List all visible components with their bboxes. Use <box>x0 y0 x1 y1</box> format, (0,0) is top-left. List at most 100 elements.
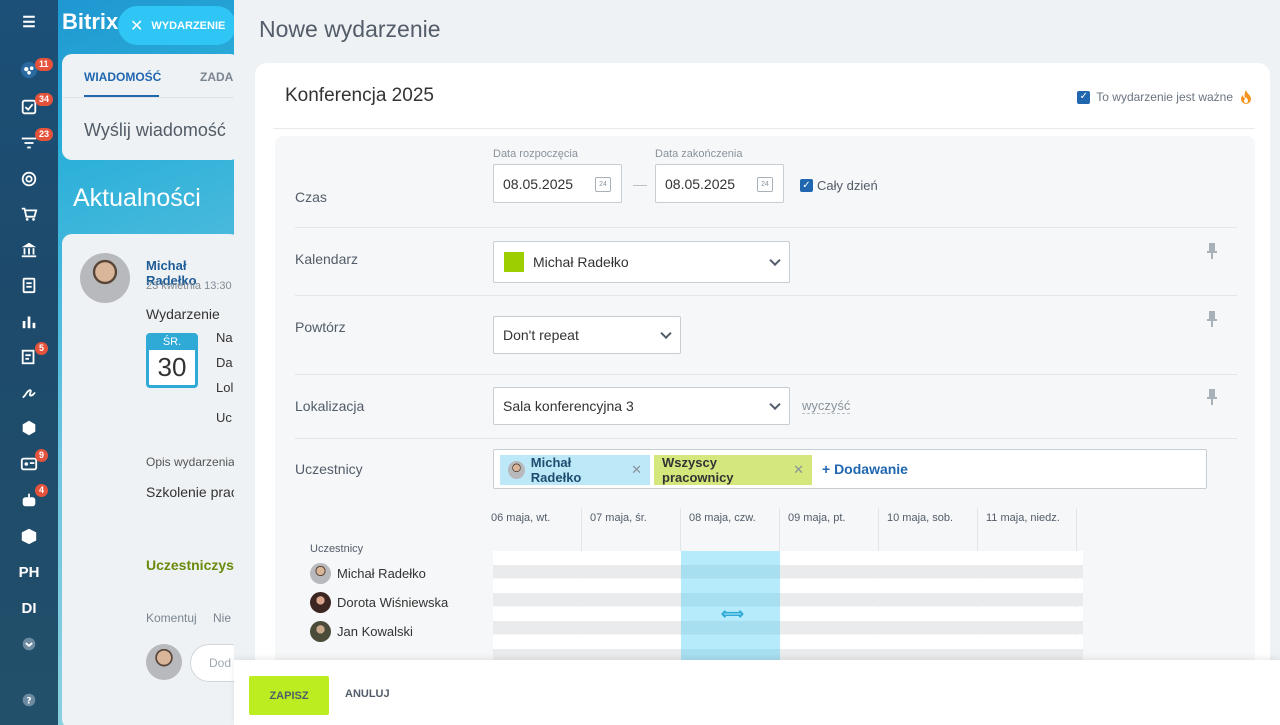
planner-row <box>493 565 1083 578</box>
calendar-color-swatch <box>504 252 524 272</box>
all-day-label[interactable]: Cały dzień <box>817 178 878 193</box>
event-name-input[interactable]: Konferencja 2025 <box>285 85 434 107</box>
message-composer: WIADOMOŚĆ ZADANIE Wyślij wiadomość <box>62 54 240 160</box>
pin-icon[interactable] <box>1205 311 1219 329</box>
close-slider-label: WYDARZENIE <box>151 20 225 32</box>
location-clear-link[interactable]: wyczyść <box>802 398 850 414</box>
clipboard-icon[interactable] <box>14 271 44 299</box>
participants-input[interactable]: Michał Radełko ✕ Wszyscy pracownicy ✕ + … <box>493 449 1207 489</box>
author-avatar[interactable] <box>80 253 130 303</box>
end-date-input[interactable]: 08.05.2025 24 <box>655 164 784 203</box>
participant-avatar <box>310 592 331 613</box>
description-label: Opis wydarzenia <box>146 455 235 469</box>
chevron-down-icon <box>769 399 780 410</box>
tab-message[interactable]: WIADOMOŚĆ <box>84 70 161 84</box>
repeat-label: Powtórz <box>295 319 346 335</box>
event-date-icon: ŚR. 30 <box>146 333 198 388</box>
help-icon[interactable]: ? <box>14 686 44 714</box>
participant-tag[interactable]: Wszyscy pracownicy ✕ <box>654 455 812 485</box>
important-checkbox[interactable]: ✓ <box>1077 91 1090 104</box>
calendar-select[interactable]: Michał Radełko <box>493 241 790 283</box>
robot-badge: 4 <box>35 484 48 497</box>
menu-icon[interactable]: ☰ <box>14 8 44 36</box>
important-label[interactable]: To wydarzenie jest ważne <box>1096 90 1233 104</box>
calendar-icon[interactable]: 24 <box>757 177 773 192</box>
resize-handle-icon[interactable]: ⟺ <box>721 604 744 624</box>
chevron-down-icon <box>660 328 671 339</box>
close-icon: ✕ <box>130 16 143 36</box>
pin-icon[interactable] <box>1205 243 1219 261</box>
day-header: 07 maja, śr. <box>590 512 647 524</box>
planner-row <box>493 593 1083 606</box>
close-slider-button[interactable]: ✕ WYDARZENIE <box>118 6 236 45</box>
participate-status[interactable]: Uczestniczysz <box>146 557 241 573</box>
all-day-toggle[interactable]: ✓ Cały dzień <box>800 178 878 193</box>
event-field-location: Lol <box>216 380 233 395</box>
event-slider: Nowe wydarzenie Konferencja 2025 ✓ To wy… <box>234 0 1280 725</box>
remove-tag-icon[interactable]: ✕ <box>631 462 642 478</box>
rail-text-ph[interactable]: PH <box>14 558 44 586</box>
participants-list-label: Uczestnicy <box>310 543 363 555</box>
post-date: 23 kwietnia 13:30 <box>146 280 232 292</box>
repeat-select[interactable]: Don't repeat <box>493 316 681 354</box>
form-footer: ZAPISZ ANULUJ <box>234 660 1280 725</box>
start-date-value: 08.05.2025 <box>503 176 573 192</box>
start-date-input[interactable]: 08.05.2025 24 <box>493 164 622 203</box>
event-field-participants: Uc <box>216 410 232 425</box>
sign-icon[interactable] <box>14 378 44 406</box>
feed-post: Michał Radełko 23 kwietnia 13:30 Wydarze… <box>62 234 240 725</box>
location-label: Lokalizacja <box>295 398 364 414</box>
participant-name: Dorota Wiśniewska <box>337 595 448 610</box>
brand-logo[interactable]: Bitrix <box>62 9 118 35</box>
location-select[interactable]: Sala konferencyjna 3 <box>493 387 790 425</box>
important-toggle[interactable]: ✓ To wydarzenie jest ważne <box>1077 89 1253 105</box>
tasks-badge: 34 <box>35 93 53 106</box>
divider <box>62 97 240 98</box>
pin-icon[interactable] <box>1205 389 1219 407</box>
cancel-button[interactable]: ANULUJ <box>345 688 390 700</box>
event-form-card: Konferencja 2025 ✓ To wydarzenie jest wa… <box>255 63 1270 693</box>
calendar-icon[interactable]: 24 <box>595 177 611 192</box>
planner-row <box>493 621 1083 634</box>
row-divider <box>295 438 1237 439</box>
remove-tag-icon[interactable]: ✕ <box>793 462 804 478</box>
message-placeholder[interactable]: Wyślij wiadomość <box>84 120 226 141</box>
comment-link[interactable]: Komentuj <box>146 611 197 625</box>
row-divider <box>295 295 1237 296</box>
event-day-number: 30 <box>149 350 195 384</box>
participant-tag[interactable]: Michał Radełko ✕ <box>500 455 650 485</box>
bank-icon[interactable] <box>14 236 44 264</box>
end-date-value: 08.05.2025 <box>665 176 735 192</box>
forms-badge: 5 <box>35 342 48 355</box>
hexagon-icon[interactable] <box>14 414 44 442</box>
divider <box>273 128 1255 129</box>
day-header: 11 maja, niedz. <box>986 512 1060 524</box>
comment-link-2[interactable]: Nie <box>213 611 231 625</box>
date-range-dash: — <box>633 176 647 192</box>
current-user-avatar <box>146 644 182 680</box>
event-form: Czas Data rozpoczęcia 08.05.2025 24 — Da… <box>275 136 1255 693</box>
availability-planner[interactable]: 06 maja, wt. 07 maja, śr. 08 maja, czw. … <box>493 508 1083 678</box>
box-icon[interactable] <box>14 522 44 550</box>
participant-avatar <box>310 563 331 584</box>
all-day-checkbox[interactable]: ✓ <box>800 179 813 192</box>
chat-badge: 11 <box>35 58 53 71</box>
event-field-name: Na <box>216 330 233 345</box>
day-header: 10 maja, sob. <box>887 512 953 524</box>
add-participant-link[interactable]: + Dodawanie <box>822 461 908 477</box>
participant-avatar <box>310 621 331 642</box>
calendar-label: Kalendarz <box>295 251 358 267</box>
cart-icon[interactable] <box>14 200 44 228</box>
fire-icon <box>1239 89 1253 105</box>
day-header: 06 maja, wt. <box>491 512 550 524</box>
contacts-badge: 9 <box>35 449 48 462</box>
event-field-date: Da <box>216 355 233 370</box>
rail-text-di[interactable]: DI <box>14 594 44 622</box>
save-button[interactable]: ZAPISZ <box>249 676 329 715</box>
target-icon[interactable] <box>14 165 44 193</box>
participant-name: Michał Radełko <box>337 566 426 581</box>
more-icon[interactable] <box>14 630 44 658</box>
analytics-icon[interactable] <box>14 307 44 335</box>
participant-avatar <box>508 461 525 479</box>
calendar-value: Michał Radełko <box>533 254 629 270</box>
